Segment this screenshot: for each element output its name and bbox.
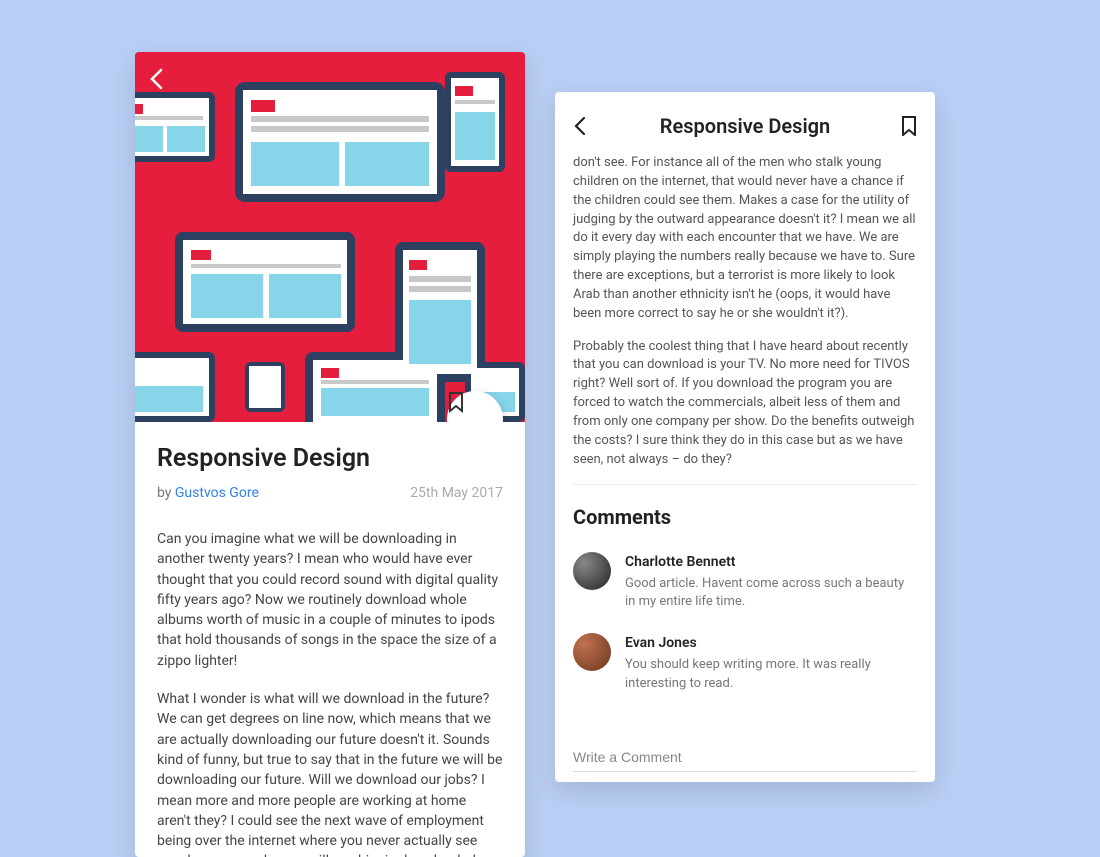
commenter-name: Evan Jones bbox=[625, 633, 917, 653]
article-screen: Responsive Design by Gustvos Gore 25th M… bbox=[135, 52, 525, 857]
back-button[interactable] bbox=[573, 115, 595, 137]
bookmark-button[interactable] bbox=[895, 116, 917, 136]
article-date: 25th May 2017 bbox=[410, 485, 503, 501]
commenter-name: Charlotte Bennett bbox=[625, 552, 917, 572]
article-title: Responsive Design bbox=[157, 444, 503, 473]
hero-image bbox=[135, 52, 525, 422]
by-label: by bbox=[157, 485, 175, 501]
comment-input[interactable] bbox=[573, 743, 917, 772]
comment-text: You should keep writing more. It was rea… bbox=[625, 656, 917, 692]
article-p1: don't see. For instance all of the men w… bbox=[573, 154, 917, 324]
devices-illustration bbox=[135, 52, 525, 422]
avatar[interactable] bbox=[573, 633, 611, 671]
header: Responsive Design bbox=[555, 92, 935, 154]
article-p2: What I wonder is what will we download i… bbox=[157, 689, 503, 857]
header-title: Responsive Design bbox=[595, 114, 895, 138]
comments-heading: Comments bbox=[573, 503, 917, 532]
bookmark-icon bbox=[901, 116, 917, 136]
article-p2: Probably the coolest thing that I have h… bbox=[573, 338, 917, 470]
scroll-body[interactable]: don't see. For instance all of the men w… bbox=[555, 154, 935, 782]
avatar[interactable] bbox=[573, 552, 611, 590]
article-body: Responsive Design by Gustvos Gore 25th M… bbox=[135, 422, 525, 857]
author-link[interactable]: Gustvos Gore bbox=[175, 485, 259, 501]
comment-item: Evan Jones You should keep writing more.… bbox=[573, 633, 917, 693]
divider bbox=[573, 484, 917, 485]
comment-text: Good article. Havent come across such a … bbox=[625, 575, 917, 611]
article-p1: Can you imagine what we will be download… bbox=[157, 529, 503, 671]
bookmark-icon bbox=[447, 391, 465, 413]
article-meta: by Gustvos Gore 25th May 2017 bbox=[157, 485, 503, 501]
comment-item: Charlotte Bennett Good article. Havent c… bbox=[573, 552, 917, 612]
comments-screen: Responsive Design don't see. For instanc… bbox=[555, 92, 935, 782]
